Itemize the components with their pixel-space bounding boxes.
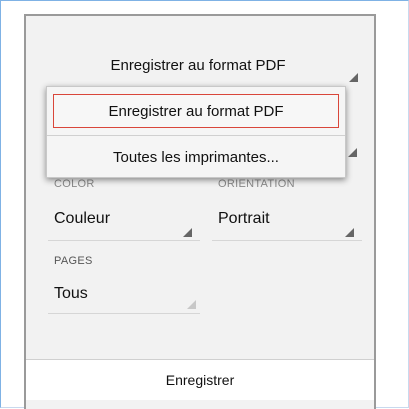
- dropdown-arrow-icon: [187, 300, 196, 309]
- orientation-select-value[interactable]: Portrait: [218, 210, 270, 228]
- dropdown-arrow-icon: [349, 73, 358, 82]
- color-select-underline: [48, 240, 200, 241]
- color-select-value[interactable]: Couleur: [54, 210, 110, 228]
- printer-option-all-printers[interactable]: Toutes les imprimantes...: [53, 143, 339, 173]
- printer-select[interactable]: Enregistrer au format PDF: [30, 26, 366, 84]
- orientation-label: ORIENTATION: [218, 178, 295, 190]
- printer-option-pdf[interactable]: Enregistrer au format PDF: [53, 94, 339, 128]
- color-label: COLOR: [54, 178, 95, 190]
- printer-dropdown-popup: Enregistrer au format PDF Toutes les imp…: [46, 86, 346, 178]
- dropdown-arrow-icon: [345, 228, 354, 237]
- dropdown-arrow-icon: [183, 228, 192, 237]
- save-button[interactable]: Enregistrer: [26, 359, 374, 400]
- printer-select-value: Enregistrer au format PDF: [110, 57, 286, 74]
- pages-label: PAGES: [54, 255, 93, 267]
- pages-select-value[interactable]: Tous: [54, 285, 88, 303]
- pages-select-underline: [48, 313, 200, 314]
- orientation-select-underline: [212, 240, 362, 241]
- popup-divider: [47, 135, 345, 136]
- dropdown-arrow-icon: [348, 148, 357, 157]
